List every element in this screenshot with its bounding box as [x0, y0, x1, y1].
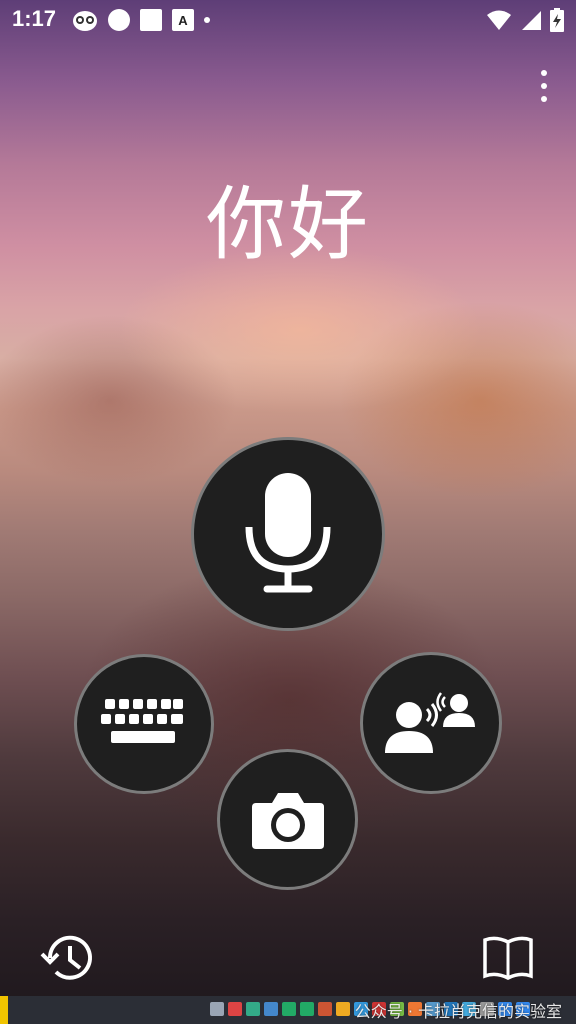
- signal-icon: [522, 11, 541, 30]
- svg-text:A: A: [178, 13, 188, 28]
- camera-icon: [251, 792, 324, 849]
- conversation-button[interactable]: [360, 652, 502, 794]
- keyboard-icon: [101, 699, 183, 743]
- wifi-icon: [487, 10, 511, 30]
- conversation-icon: [385, 692, 475, 753]
- keyboard-button[interactable]: [74, 654, 214, 794]
- taskbar-app-icon: [0, 996, 8, 1024]
- microphone-icon: [245, 473, 331, 593]
- status-icons-right: [486, 8, 564, 32]
- status-time: 1:17: [12, 6, 57, 31]
- translate-a-icon: A: [172, 9, 194, 31]
- more-vert-icon: [541, 70, 547, 76]
- status-icons-left: A: [72, 8, 210, 32]
- camera-button[interactable]: [217, 749, 358, 890]
- translator-screen: 1:17 A 你好 公众号 · 卡拉肖克信的实验室: [0, 0, 576, 1024]
- owl-icon: [73, 11, 97, 31]
- greeting-text: 你好: [206, 178, 370, 271]
- battery-charging-icon: [550, 8, 564, 32]
- dot-icon: [204, 17, 210, 23]
- phrasebook-icon: [483, 936, 533, 980]
- history-icon: [40, 935, 92, 980]
- more-options-button[interactable]: [536, 70, 552, 102]
- phrasebook-button[interactable]: [482, 934, 534, 982]
- history-button[interactable]: [40, 930, 96, 986]
- circle-icon: [108, 9, 130, 31]
- microphone-button[interactable]: [191, 437, 385, 631]
- watermark-text: 公众号 · 卡拉肖克信的实验室: [354, 1002, 562, 1021]
- status-bar: 1:17 A: [0, 0, 576, 40]
- square-icon: [140, 9, 162, 31]
